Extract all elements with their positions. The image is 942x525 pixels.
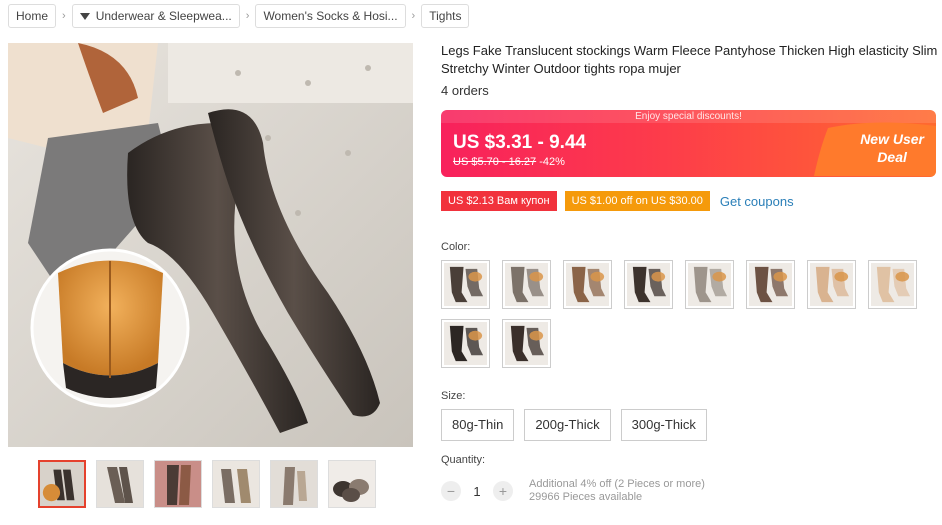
- breadcrumb-underwear[interactable]: Underwear & Sleepwea...: [71, 4, 240, 28]
- thumbnail-image: [213, 461, 259, 507]
- size-option-80g-thin[interactable]: 80g-Thin: [441, 409, 515, 441]
- original-price-row: US $5.70 - 16.27 -42%: [453, 156, 565, 168]
- breadcrumb-separator-icon: ›: [62, 10, 66, 22]
- swatch-image: [444, 263, 487, 306]
- dropdown-triangle-icon: [79, 12, 90, 20]
- swatch-image: [871, 263, 914, 306]
- new-user-deal-text: New User Deal: [860, 130, 924, 166]
- breadcrumb-home-label: Home: [16, 9, 49, 23]
- color-swatch-coffee[interactable]: [563, 260, 612, 309]
- quantity-plus-button[interactable]: +: [493, 481, 513, 501]
- size-label: Size:: [441, 390, 466, 402]
- quantity-info: Additional 4% off (2 Pieces or more) 299…: [529, 478, 705, 504]
- size-options: 80g-Thin 200g-Thick 300g-Thick: [441, 409, 707, 441]
- quantity-stepper: − 1 + Additional 4% off (2 Pieces or mor…: [441, 478, 705, 504]
- coupon-orange-label: US $1.00 off on US $30.00: [571, 195, 703, 207]
- discount-percent: -42%: [539, 156, 565, 168]
- thumbnail-image: [155, 461, 201, 507]
- color-swatch-black-fleece[interactable]: [502, 319, 551, 368]
- thumbnail-1[interactable]: [38, 460, 86, 508]
- breadcrumb-separator-icon: ›: [411, 10, 416, 22]
- price-banner: Enjoy special discounts! US $3.31 - 9.44…: [441, 110, 936, 177]
- color-label: Color:: [441, 241, 471, 253]
- quantity-minus-button[interactable]: −: [441, 481, 461, 501]
- swatch-image: [505, 263, 548, 306]
- color-swatch-dark-brown[interactable]: [624, 260, 673, 309]
- thumbnail-5[interactable]: [270, 460, 318, 508]
- thumbnail-strip: [38, 460, 376, 508]
- get-coupons-link[interactable]: Get coupons: [720, 194, 794, 209]
- current-price: US $3.31 - 9.44: [453, 132, 587, 153]
- swatch-image: [688, 263, 731, 306]
- color-swatch-black[interactable]: [441, 319, 490, 368]
- swatch-image: [810, 263, 853, 306]
- thumbnail-3[interactable]: [154, 460, 202, 508]
- thumbnail-image: [329, 461, 375, 507]
- breadcrumb: Home › Underwear & Sleepwea... › Women's…: [8, 4, 470, 28]
- breadcrumb-tights-label: Tights: [429, 9, 462, 23]
- thumbnail-4[interactable]: [212, 460, 260, 508]
- coupons-row: US $2.13 Вам купон US $1.00 off on US $3…: [441, 191, 794, 211]
- coupon-red[interactable]: US $2.13 Вам купон: [441, 191, 557, 211]
- product-main-image[interactable]: [8, 43, 413, 447]
- coupon-orange[interactable]: US $1.00 off on US $30.00: [564, 191, 710, 211]
- coupon-red-label: US $2.13 Вам купон: [448, 195, 550, 207]
- product-photo: [8, 43, 413, 447]
- color-swatch-grey[interactable]: [502, 260, 551, 309]
- bulk-discount-note: Additional 4% off (2 Pieces or more): [529, 478, 705, 490]
- thumbnail-image: [271, 461, 317, 507]
- swatch-image: [749, 263, 792, 306]
- color-swatch-black-brown[interactable]: [441, 260, 490, 309]
- thumbnail-6[interactable]: [328, 460, 376, 508]
- quantity-label: Quantity:: [441, 454, 486, 466]
- color-swatch-nude[interactable]: [807, 260, 856, 309]
- color-swatch-skin[interactable]: [868, 260, 917, 309]
- color-swatches: [441, 260, 921, 368]
- size-option-300g-thick[interactable]: 300g-Thick: [620, 409, 707, 441]
- new-user-deal-badge: New User Deal: [814, 122, 936, 176]
- swatch-image: [505, 322, 548, 365]
- size-option-200g-thick[interactable]: 200g-Thick: [524, 409, 611, 441]
- swatch-image: [627, 263, 670, 306]
- swatch-image: [566, 263, 609, 306]
- breadcrumb-tights[interactable]: Tights: [421, 4, 470, 28]
- product-title: Legs Fake Translucent stockings Warm Fle…: [441, 43, 938, 76]
- quantity-value[interactable]: 1: [461, 484, 493, 499]
- color-swatch-brown[interactable]: [746, 260, 795, 309]
- thumbnail-image: [97, 461, 143, 507]
- color-swatch-light-grey[interactable]: [685, 260, 734, 309]
- new-user-label: New User: [860, 131, 924, 147]
- breadcrumb-separator-icon: ›: [245, 10, 250, 22]
- original-price: US $5.70 - 16.27: [453, 156, 537, 168]
- breadcrumb-underwear-label: Underwear & Sleepwea...: [95, 9, 232, 23]
- orders-count: 4 orders: [441, 83, 489, 98]
- thumbnail-2[interactable]: [96, 460, 144, 508]
- deal-label: Deal: [877, 149, 907, 165]
- thumbnail-image: [40, 462, 84, 506]
- swatch-image: [444, 322, 487, 365]
- breadcrumb-home[interactable]: Home: [8, 4, 57, 28]
- breadcrumb-socks-label: Women's Socks & Hosi...: [263, 9, 398, 23]
- pieces-available: 29966 Pieces available: [529, 491, 643, 503]
- breadcrumb-socks[interactable]: Women's Socks & Hosi...: [255, 4, 406, 28]
